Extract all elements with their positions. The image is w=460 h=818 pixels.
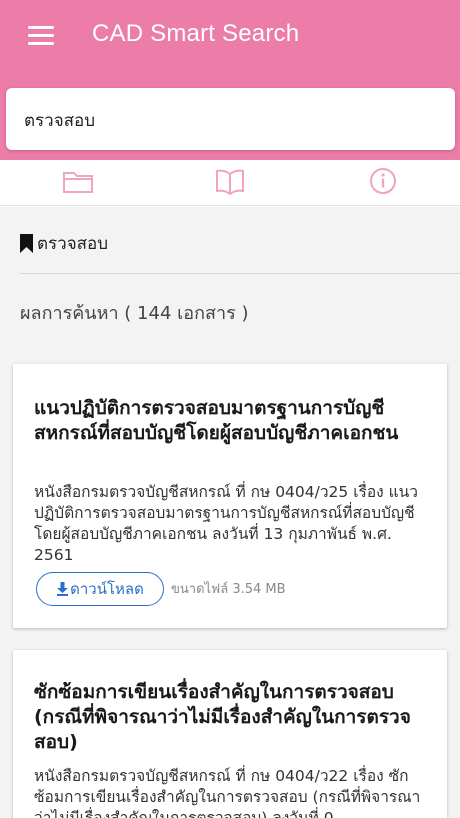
result-card[interactable]: แนวปฏิบัติการตรวจสอบมาตรฐานการบัญชีสหกรณ…: [13, 364, 447, 628]
bookmark-icon: [20, 233, 33, 253]
result-title[interactable]: ซักซ้อมการเขียนเรื่องสำคัญในการตรวจสอบ (…: [34, 680, 429, 755]
tab-bar: [0, 160, 460, 206]
info-icon: [370, 168, 396, 194]
menu-icon[interactable]: [28, 26, 54, 46]
book-icon: [216, 169, 244, 196]
result-title[interactable]: แนวปฏิบัติการตรวจสอบมาตรฐานการบัญชีสหกรณ…: [34, 396, 429, 446]
search-box[interactable]: [6, 88, 455, 150]
keyword-text: ตรวจสอบ: [37, 233, 109, 254]
search-input[interactable]: [24, 106, 434, 134]
result-card[interactable]: ซักซ้อมการเขียนเรื่องสำคัญในการตรวจสอบ (…: [13, 650, 447, 818]
tab-folder[interactable]: [61, 166, 95, 196]
download-icon: [57, 582, 69, 596]
download-button[interactable]: ดาวน์โหลด: [36, 572, 164, 606]
result-description: หนังสือกรมตรวจบัญชีสหกรณ์ ที่ กษ 0404/ว2…: [34, 483, 418, 564]
file-size: ขนาดไฟล์ 3.54 MB: [171, 582, 286, 597]
app-bar: CAD Smart Search: [0, 0, 460, 160]
tab-book[interactable]: [213, 166, 247, 196]
app-title: CAD Smart Search: [92, 20, 300, 47]
divider: [20, 273, 460, 274]
keyword-row: ตรวจสอบ: [20, 230, 108, 256]
folder-icon: [63, 172, 93, 193]
result-count: ผลการค้นหา ( 144 เอกสาร ): [20, 303, 249, 324]
tab-info[interactable]: [366, 166, 400, 196]
result-description: หนังสือกรมตรวจบัญชีสหกรณ์ ที่ กษ 0404/ว2…: [34, 767, 421, 818]
download-label: ดาวน์โหลด: [70, 580, 144, 598]
